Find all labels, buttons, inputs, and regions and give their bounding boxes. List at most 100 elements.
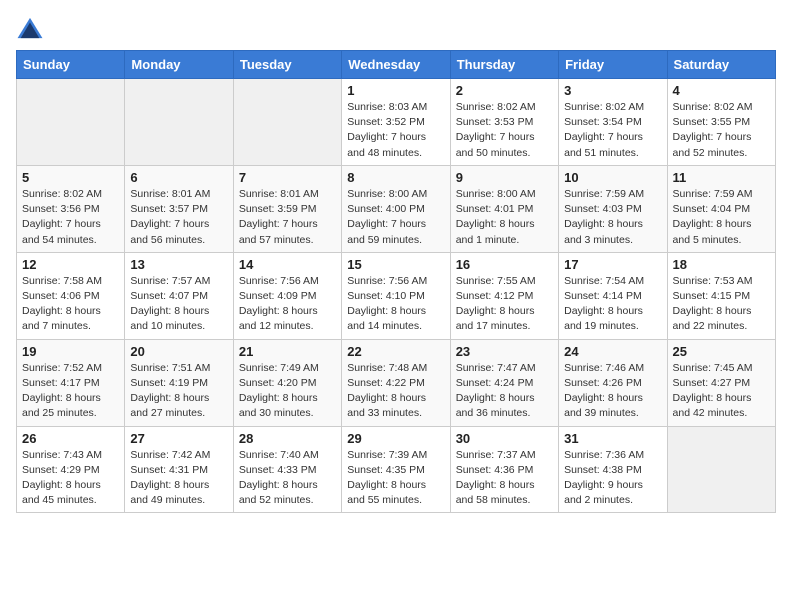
day-info: Sunrise: 7:59 AM Sunset: 4:03 PM Dayligh… <box>564 187 661 248</box>
day-header-wednesday: Wednesday <box>342 51 450 79</box>
day-info: Sunrise: 7:42 AM Sunset: 4:31 PM Dayligh… <box>130 448 227 509</box>
calendar-cell <box>125 79 233 166</box>
day-info: Sunrise: 8:02 AM Sunset: 3:56 PM Dayligh… <box>22 187 119 248</box>
calendar-cell: 17 Sunrise: 7:54 AM Sunset: 4:14 PM Dayli… <box>559 252 667 339</box>
logo <box>16 16 48 40</box>
day-info: Sunrise: 8:01 AM Sunset: 3:59 PM Dayligh… <box>239 187 336 248</box>
day-info: Sunrise: 7:51 AM Sunset: 4:19 PM Dayligh… <box>130 361 227 422</box>
day-number: 2 <box>456 83 553 98</box>
calendar-cell: 29 Sunrise: 7:39 AM Sunset: 4:35 PM Dayli… <box>342 426 450 513</box>
day-number: 22 <box>347 344 444 359</box>
day-number: 19 <box>22 344 119 359</box>
day-number: 24 <box>564 344 661 359</box>
day-info: Sunrise: 7:53 AM Sunset: 4:15 PM Dayligh… <box>673 274 770 335</box>
day-info: Sunrise: 7:45 AM Sunset: 4:27 PM Dayligh… <box>673 361 770 422</box>
day-info: Sunrise: 7:55 AM Sunset: 4:12 PM Dayligh… <box>456 274 553 335</box>
day-info: Sunrise: 8:02 AM Sunset: 3:54 PM Dayligh… <box>564 100 661 161</box>
calendar-cell: 28Sunrise: 7:40 AM Sunset: 4:33 PM Dayli… <box>233 426 341 513</box>
calendar-cell: 11 Sunrise: 7:59 AM Sunset: 4:04 PM Dayli… <box>667 165 775 252</box>
day-number: 15 <box>347 257 444 272</box>
calendar-cell: 3 Sunrise: 8:02 AM Sunset: 3:54 PM Daylig… <box>559 79 667 166</box>
day-number: 8 <box>347 170 444 185</box>
day-info: Sunrise: 7:46 AM Sunset: 4:26 PM Dayligh… <box>564 361 661 422</box>
day-info: Sunrise: 7:54 AM Sunset: 4:14 PM Dayligh… <box>564 274 661 335</box>
day-number: 6 <box>130 170 227 185</box>
day-number: 23 <box>456 344 553 359</box>
calendar-cell: 31 Sunrise: 7:36 AM Sunset: 4:38 PM Dayli… <box>559 426 667 513</box>
calendar-cell <box>667 426 775 513</box>
day-number: 16 <box>456 257 553 272</box>
day-info: Sunrise: 7:49 AM Sunset: 4:20 PM Dayligh… <box>239 361 336 422</box>
day-header-saturday: Saturday <box>667 51 775 79</box>
day-header-sunday: Sunday <box>17 51 125 79</box>
week-row-3: 12 Sunrise: 7:58 AM Sunset: 4:06 PM Dayli… <box>17 252 776 339</box>
day-number: 25 <box>673 344 770 359</box>
day-number: 13 <box>130 257 227 272</box>
day-number: 5 <box>22 170 119 185</box>
day-number: 1 <box>347 83 444 98</box>
day-info: Sunrise: 7:59 AM Sunset: 4:04 PM Dayligh… <box>673 187 770 248</box>
calendar-cell: 1 Sunrise: 8:03 AM Sunset: 3:52 PM Daylig… <box>342 79 450 166</box>
calendar-cell: 6 Sunrise: 8:01 AM Sunset: 3:57 PM Daylig… <box>125 165 233 252</box>
calendar-cell: 21Sunrise: 7:49 AM Sunset: 4:20 PM Dayli… <box>233 339 341 426</box>
calendar-cell: 16 Sunrise: 7:55 AM Sunset: 4:12 PM Dayli… <box>450 252 558 339</box>
header <box>16 16 776 40</box>
calendar-cell: 13Sunrise: 7:57 AM Sunset: 4:07 PM Dayli… <box>125 252 233 339</box>
day-info: Sunrise: 8:02 AM Sunset: 3:55 PM Dayligh… <box>673 100 770 161</box>
logo-icon <box>16 16 44 40</box>
calendar-cell: 26 Sunrise: 7:43 AM Sunset: 4:29 PM Dayli… <box>17 426 125 513</box>
calendar-cell: 18 Sunrise: 7:53 AM Sunset: 4:15 PM Dayli… <box>667 252 775 339</box>
day-header-thursday: Thursday <box>450 51 558 79</box>
calendar-cell: 24 Sunrise: 7:46 AM Sunset: 4:26 PM Dayli… <box>559 339 667 426</box>
week-row-2: 5 Sunrise: 8:02 AM Sunset: 3:56 PM Daylig… <box>17 165 776 252</box>
day-info: Sunrise: 7:37 AM Sunset: 4:36 PM Dayligh… <box>456 448 553 509</box>
day-number: 20 <box>130 344 227 359</box>
day-number: 28 <box>239 431 336 446</box>
day-number: 26 <box>22 431 119 446</box>
day-number: 11 <box>673 170 770 185</box>
calendar-table: SundayMondayTuesdayWednesdayThursdayFrid… <box>16 50 776 513</box>
day-number: 10 <box>564 170 661 185</box>
day-number: 31 <box>564 431 661 446</box>
day-number: 3 <box>564 83 661 98</box>
day-header-tuesday: Tuesday <box>233 51 341 79</box>
day-header-monday: Monday <box>125 51 233 79</box>
day-info: Sunrise: 8:00 AM Sunset: 4:00 PM Dayligh… <box>347 187 444 248</box>
week-row-1: 1 Sunrise: 8:03 AM Sunset: 3:52 PM Daylig… <box>17 79 776 166</box>
header-row: SundayMondayTuesdayWednesdayThursdayFrid… <box>17 51 776 79</box>
day-info: Sunrise: 7:36 AM Sunset: 4:38 PM Dayligh… <box>564 448 661 509</box>
calendar-cell: 20 Sunrise: 7:51 AM Sunset: 4:19 PM Dayli… <box>125 339 233 426</box>
calendar-cell: 4 Sunrise: 8:02 AM Sunset: 3:55 PM Daylig… <box>667 79 775 166</box>
calendar-cell: 27 Sunrise: 7:42 AM Sunset: 4:31 PM Dayli… <box>125 426 233 513</box>
calendar-cell: 30Sunrise: 7:37 AM Sunset: 4:36 PM Dayli… <box>450 426 558 513</box>
calendar-cell: 22Sunrise: 7:48 AM Sunset: 4:22 PM Dayli… <box>342 339 450 426</box>
day-info: Sunrise: 7:58 AM Sunset: 4:06 PM Dayligh… <box>22 274 119 335</box>
day-number: 27 <box>130 431 227 446</box>
day-number: 17 <box>564 257 661 272</box>
day-number: 29 <box>347 431 444 446</box>
calendar-cell: 12 Sunrise: 7:58 AM Sunset: 4:06 PM Dayli… <box>17 252 125 339</box>
calendar-cell: 8 Sunrise: 8:00 AM Sunset: 4:00 PM Daylig… <box>342 165 450 252</box>
day-number: 9 <box>456 170 553 185</box>
day-info: Sunrise: 7:43 AM Sunset: 4:29 PM Dayligh… <box>22 448 119 509</box>
day-info: Sunrise: 8:02 AM Sunset: 3:53 PM Dayligh… <box>456 100 553 161</box>
day-number: 18 <box>673 257 770 272</box>
day-info: Sunrise: 8:01 AM Sunset: 3:57 PM Dayligh… <box>130 187 227 248</box>
day-info: Sunrise: 7:52 AM Sunset: 4:17 PM Dayligh… <box>22 361 119 422</box>
day-number: 12 <box>22 257 119 272</box>
day-info: Sunrise: 7:56 AM Sunset: 4:09 PM Dayligh… <box>239 274 336 335</box>
day-number: 4 <box>673 83 770 98</box>
day-info: Sunrise: 7:56 AM Sunset: 4:10 PM Dayligh… <box>347 274 444 335</box>
calendar-cell: 14Sunrise: 7:56 AM Sunset: 4:09 PM Dayli… <box>233 252 341 339</box>
day-info: Sunrise: 8:00 AM Sunset: 4:01 PM Dayligh… <box>456 187 553 248</box>
week-row-5: 26 Sunrise: 7:43 AM Sunset: 4:29 PM Dayli… <box>17 426 776 513</box>
calendar-cell <box>17 79 125 166</box>
calendar-cell: 2 Sunrise: 8:02 AM Sunset: 3:53 PM Daylig… <box>450 79 558 166</box>
day-info: Sunrise: 7:39 AM Sunset: 4:35 PM Dayligh… <box>347 448 444 509</box>
day-number: 7 <box>239 170 336 185</box>
day-info: Sunrise: 8:03 AM Sunset: 3:52 PM Dayligh… <box>347 100 444 161</box>
calendar-cell: 7 Sunrise: 8:01 AM Sunset: 3:59 PM Daylig… <box>233 165 341 252</box>
day-info: Sunrise: 7:47 AM Sunset: 4:24 PM Dayligh… <box>456 361 553 422</box>
calendar-cell <box>233 79 341 166</box>
day-header-friday: Friday <box>559 51 667 79</box>
